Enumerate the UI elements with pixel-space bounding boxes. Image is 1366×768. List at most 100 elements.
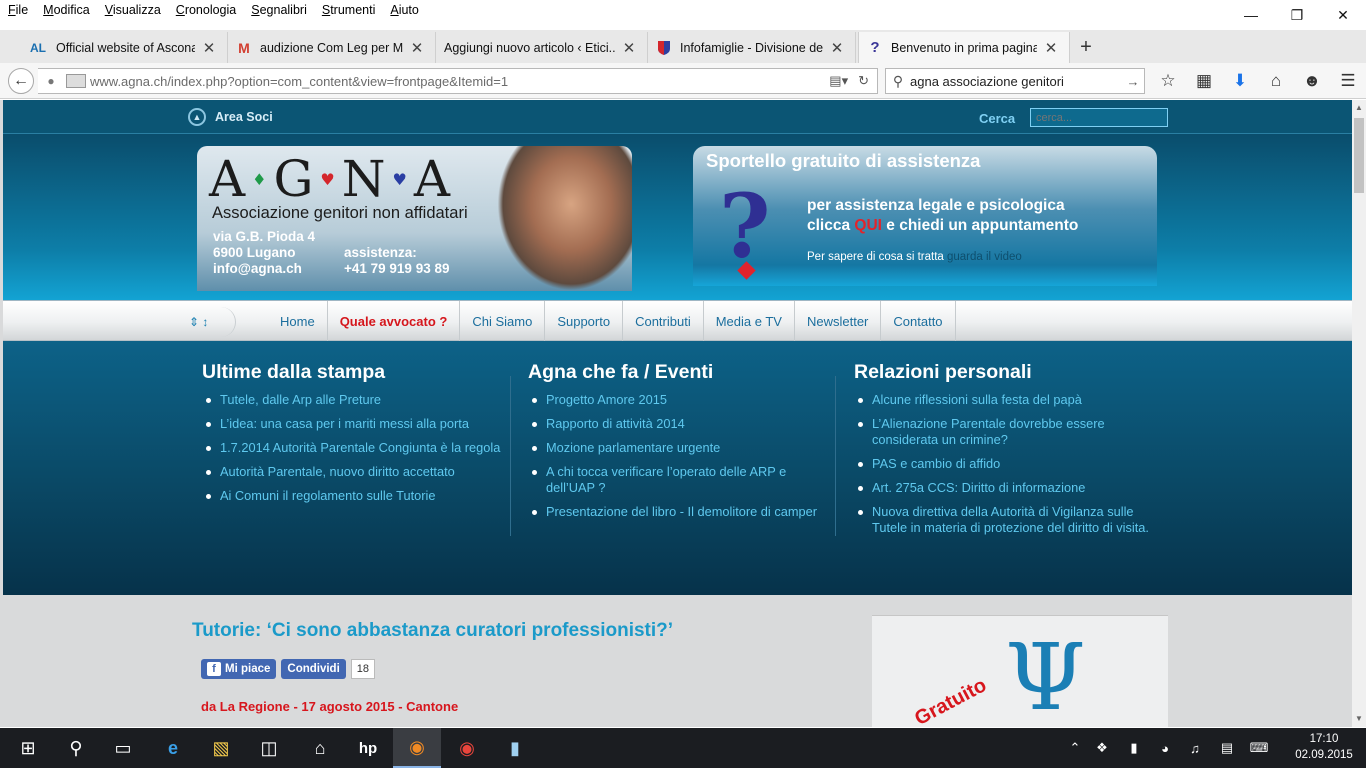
reload-icon[interactable]: ↻ (858, 73, 869, 89)
facebook-like-button[interactable]: f Mi piace (201, 659, 277, 679)
menu-cronologia[interactable]: Cronologia (168, 0, 243, 21)
store-icon[interactable]: ◫ (245, 728, 293, 768)
facebook-share-button[interactable]: Condividi (281, 659, 346, 679)
news-link[interactable]: Art. 275a CCS: Diritto di informazione (854, 480, 1154, 496)
agna-logo[interactable]: A ♦ G ♥ N ♥ A Associazione genitori non … (197, 146, 632, 291)
back-arrow-icon[interactable]: ← (8, 68, 34, 94)
new-tab-button[interactable]: + (1074, 32, 1098, 63)
green-heart-icon: ♦ (252, 169, 268, 189)
wifi-icon[interactable]: ◕ (1150, 741, 1180, 756)
bookmark-star-icon[interactable]: ☆ (1150, 68, 1186, 94)
home-taskbar-icon[interactable]: ⌂ (296, 728, 344, 768)
tab-gmail[interactable]: M audizione Com Leg per M... ✕ (228, 32, 436, 63)
scroll-up-icon[interactable]: ▲ (1352, 100, 1366, 116)
column-title: Relazioni personali (854, 361, 1032, 383)
close-tab-icon[interactable]: ✕ (829, 39, 845, 57)
search-go-arrow-icon[interactable]: → (1122, 74, 1144, 89)
task-view-icon[interactable]: ▭ (99, 728, 147, 768)
news-link[interactable]: Presentazione del libro - Il demolitore … (528, 504, 818, 520)
window-controls: — ❐ ✕ (1228, 0, 1366, 30)
news-link[interactable]: A chi tocca verificare l’operato delle A… (528, 464, 818, 496)
close-tab-icon[interactable]: ✕ (1043, 39, 1059, 57)
site-search-input[interactable] (1030, 108, 1168, 127)
nav-home-icon[interactable]: ⇕ ↕ (181, 307, 236, 337)
news-link[interactable]: Rapporto di attività 2014 (528, 416, 818, 432)
close-tab-icon[interactable]: ✕ (621, 39, 637, 57)
clock-time: 17:10 (1309, 733, 1339, 745)
cerca-label: Cerca (979, 111, 1016, 126)
bookmarks-library-icon[interactable]: ▦ (1186, 68, 1222, 94)
app-icon[interactable]: ▮ (491, 728, 539, 768)
nav-contributi[interactable]: Contributi (623, 301, 704, 342)
news-link[interactable]: 1.7.2014 Autorità Parentale Congiunta è … (202, 440, 507, 456)
news-link[interactable]: Mozione parlamentare urgente (528, 440, 818, 456)
search-bar[interactable]: ⚲ → (885, 68, 1145, 94)
question-mark-logo-icon: ? (719, 174, 771, 278)
menu-file[interactable]: File (0, 0, 35, 21)
nav-newsletter[interactable]: Newsletter (795, 301, 882, 342)
edge-icon[interactable]: e (149, 728, 197, 768)
menu-visualizza[interactable]: Visualizza (97, 0, 168, 21)
menu-strumenti[interactable]: Strumenti (314, 0, 383, 21)
keyboard-icon[interactable]: ⌨ (1244, 740, 1274, 756)
tab-agna-active[interactable]: ? Benvenuto in prima pagina ✕ (858, 32, 1070, 63)
notifications-icon[interactable]: ▤ (1210, 740, 1244, 756)
scroll-down-icon[interactable]: ▼ (1352, 711, 1366, 727)
search-input[interactable] (910, 73, 1122, 89)
battery-icon[interactable]: ▮ (1118, 740, 1150, 756)
chrome-icon[interactable]: ◉ (443, 728, 491, 768)
close-tab-icon[interactable]: ✕ (201, 39, 217, 57)
hp-icon[interactable]: hp (344, 728, 392, 768)
nav-quale-avvocato[interactable]: Quale avvocato ? (328, 301, 461, 342)
nav-contatto[interactable]: Contatto (881, 301, 956, 342)
search-taskbar-icon[interactable]: ⚲ (52, 728, 100, 768)
site-identity-icon[interactable]: ● (38, 74, 64, 88)
url-text[interactable]: www.agna.ch/index.php?option=com_content… (90, 74, 829, 89)
video-link[interactable]: guarda il video (947, 251, 1022, 263)
vertical-scrollbar[interactable]: ▲ ▼ (1352, 100, 1366, 727)
hamburger-menu-icon[interactable]: ☰ (1330, 68, 1366, 94)
taskbar-clock[interactable]: 17:10 02.09.2015 (1293, 731, 1355, 763)
menu-aiuto[interactable]: Aiuto (382, 0, 426, 21)
menu-segnalibri[interactable]: Segnalibri (243, 0, 314, 21)
article-title[interactable]: Tutorie: ‘Ci sono abbastanza curatori pr… (192, 620, 673, 642)
news-link[interactable]: Autorità Parentale, nuovo diritto accett… (202, 464, 507, 480)
nav-supporto[interactable]: Supporto (545, 301, 624, 342)
tab-ascona[interactable]: AL Official website of Ascona... ✕ (20, 32, 228, 63)
news-link[interactable]: PAS e cambio di affido (854, 456, 1154, 472)
url-bar[interactable]: ● www.agna.ch/index.php?option=com_conte… (38, 68, 878, 94)
news-link[interactable]: Progetto Amore 2015 (528, 392, 818, 408)
menu-modifica[interactable]: Modifica (35, 0, 97, 21)
news-link[interactable]: L’Alienazione Parentale dovrebbe essere … (854, 416, 1154, 448)
dropbox-icon[interactable]: ❖ (1086, 740, 1118, 756)
close-window-button[interactable]: ✕ (1320, 0, 1366, 30)
tab-infofamiglie[interactable]: Infofamiglie - Divisione de... ✕ (648, 32, 856, 63)
nav-media-tv[interactable]: Media e TV (704, 301, 795, 342)
chevron-up-icon[interactable]: ⌃ (1064, 740, 1086, 756)
restore-button[interactable]: ❐ (1274, 0, 1320, 30)
firefox-icon[interactable]: ◉ (393, 728, 441, 768)
nav-home[interactable]: Home (268, 301, 328, 342)
close-tab-icon[interactable]: ✕ (409, 39, 425, 57)
volume-icon[interactable]: ♫ (1180, 741, 1210, 756)
reader-view-icon[interactable]: ▤▾ (829, 73, 848, 89)
minimize-button[interactable]: — (1228, 0, 1274, 30)
area-soci-link[interactable]: ▲ Area Soci (188, 108, 273, 126)
psychology-banner[interactable]: Ψ Gratuito (872, 615, 1168, 727)
news-link[interactable]: Ai Comuni il regolamento sulle Tutorie (202, 488, 507, 504)
column-divider (835, 376, 836, 536)
home-icon[interactable]: ⌂ (1258, 68, 1294, 94)
news-link[interactable]: Tutele, dalle Arp alle Preture (202, 392, 507, 408)
windows-start-icon[interactable]: ⊞ (4, 728, 52, 768)
hello-smiley-icon[interactable]: ☻ (1294, 68, 1330, 94)
news-link[interactable]: Alcune riflessioni sulla festa del papà (854, 392, 1154, 408)
news-link[interactable]: L’idea: una casa per i mariti messi alla… (202, 416, 507, 432)
file-explorer-icon[interactable]: ▧ (197, 728, 245, 768)
download-icon[interactable]: ⬇ (1222, 68, 1258, 94)
qui-link[interactable]: QUI (854, 217, 882, 234)
tab-wordpress[interactable]: Aggiungi nuovo articolo ‹ Etici... ✕ (436, 32, 648, 63)
news-link[interactable]: Nuova direttiva della Autorità di Vigila… (854, 504, 1154, 536)
nav-chi-siamo[interactable]: Chi Siamo (460, 301, 546, 342)
scroll-thumb[interactable] (1354, 118, 1364, 193)
sportello-banner[interactable]: Sportello gratuito di assistenza ? per a… (693, 146, 1157, 286)
